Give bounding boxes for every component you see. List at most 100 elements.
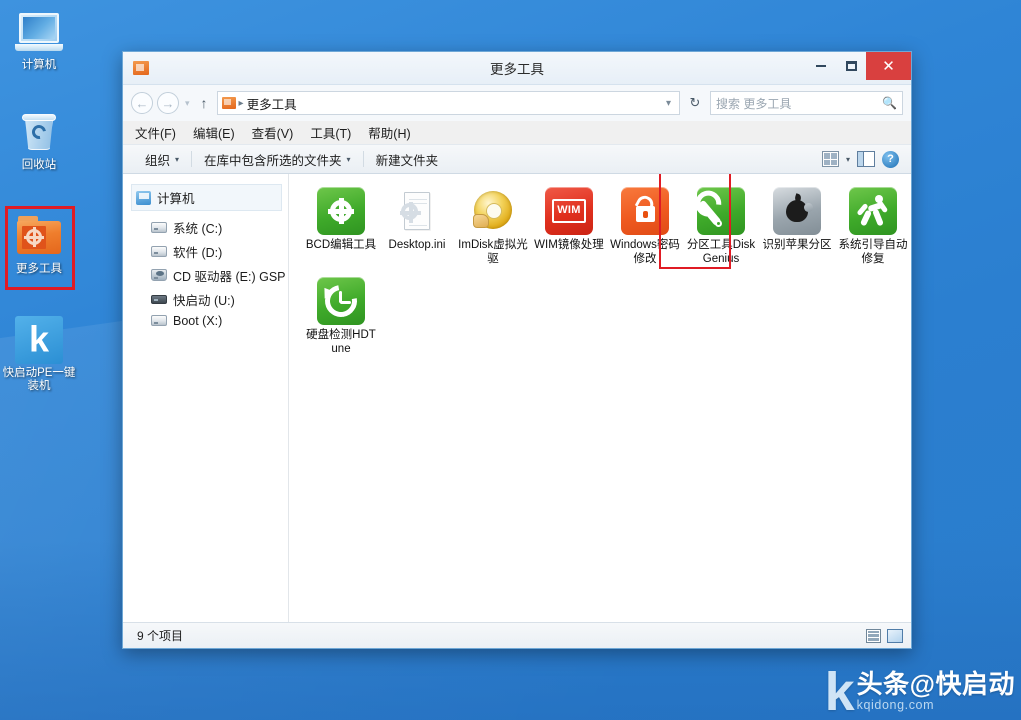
large-icons-view-icon[interactable] <box>887 629 903 643</box>
sidebar-item-label: CD 驱动器 (E:) GSP <box>173 266 286 285</box>
padlock-icon <box>621 187 669 235</box>
desktop-icon-label: 更多工具 <box>0 263 78 276</box>
file-list-pane[interactable]: BCD编辑工具 Desktop.ini ImDisk虚拟光驱 <box>289 174 911 622</box>
desktop-icon-computer[interactable]: 计算机 <box>0 8 78 72</box>
computer-icon <box>15 8 63 56</box>
computer-icon <box>136 191 151 205</box>
file-item-desktop-ini[interactable]: Desktop.ini <box>379 184 455 266</box>
menu-item-view[interactable]: 查看(V) <box>252 123 294 142</box>
new-folder-label: 新建文件夹 <box>376 150 439 169</box>
k-logo-icon: k <box>15 316 63 364</box>
organize-button[interactable]: 组织 ▾ <box>135 148 189 170</box>
sidebar-item-drive-e[interactable]: CD 驱动器 (E:) GSP <box>123 263 288 287</box>
up-button[interactable]: ↑ <box>196 95 213 111</box>
hard-drive-icon <box>151 222 167 233</box>
breadcrumb-separator: ▸ <box>239 98 244 109</box>
file-item-windows-password[interactable]: Windows密码修改 <box>607 184 683 266</box>
include-in-library-label: 在库中包含所选的文件夹 <box>204 150 342 169</box>
window-title: 更多工具 <box>123 58 911 78</box>
breadcrumb-path: 更多工具 <box>247 94 297 113</box>
chevron-down-icon[interactable]: ▾ <box>846 155 850 164</box>
window-titlebar[interactable]: 更多工具 ✕ <box>123 52 911 85</box>
file-name: 分区工具DiskGenius <box>683 239 759 266</box>
breadcrumb[interactable]: ▸ 更多工具 ▾ <box>217 91 680 115</box>
file-item-hdtune[interactable]: 硬盘检测HDTune <box>303 274 379 356</box>
sidebar-item-drive-u[interactable]: 快启动 (U:) <box>123 287 288 311</box>
k-letter: k <box>15 321 63 357</box>
search-input[interactable]: 搜索 更多工具 🔍 <box>710 91 903 115</box>
new-folder-button[interactable]: 新建文件夹 <box>366 148 449 170</box>
apple-icon <box>773 187 821 235</box>
file-name: BCD编辑工具 <box>303 239 379 253</box>
usb-drive-icon <box>151 295 167 304</box>
sidebar-item-drive-d[interactable]: 软件 (D:) <box>123 239 288 263</box>
clock-refresh-icon <box>317 277 365 325</box>
organize-label: 组织 <box>145 150 170 169</box>
desktop-icon-recycle-bin[interactable]: 回收站 <box>0 108 78 172</box>
refresh-icon[interactable]: ↻ <box>684 92 706 114</box>
include-in-library-button[interactable]: 在库中包含所选的文件夹 ▾ <box>194 148 361 170</box>
sidebar-item-label: 快启动 (U:) <box>173 290 235 309</box>
file-name: Desktop.ini <box>379 239 455 253</box>
maximize-button[interactable] <box>836 53 866 78</box>
folder-gear-icon <box>15 212 63 260</box>
minimize-button[interactable] <box>806 53 836 78</box>
status-bar: 9 个项目 <box>123 622 911 648</box>
details-view-icon[interactable] <box>866 629 881 643</box>
file-item-imdisk[interactable]: ImDisk虚拟光驱 <box>455 184 531 266</box>
file-name: 系统引导自动修复 <box>835 239 911 266</box>
chevron-down-icon[interactable]: ▾ <box>666 98 675 109</box>
toolbar-right-group: ▾ ? <box>822 151 903 168</box>
help-icon[interactable]: ? <box>882 151 899 168</box>
sidebar-item-drive-x[interactable]: Boot (X:) <box>123 311 288 330</box>
explorer-window: 更多工具 ✕ ← → ▾ ↑ ▸ 更多工具 ▾ ↻ 搜索 更多工具 🔍 <box>122 51 912 649</box>
search-placeholder: 搜索 更多工具 <box>716 95 791 112</box>
recycle-bin-icon <box>15 108 63 156</box>
menu-item-edit[interactable]: 编辑(E) <box>193 123 235 142</box>
menu-item-tools[interactable]: 工具(T) <box>310 123 351 142</box>
address-bar: ← → ▾ ↑ ▸ 更多工具 ▾ ↻ 搜索 更多工具 🔍 <box>123 85 911 121</box>
desktop-icon-label: 计算机 <box>0 59 78 72</box>
menu-item-file[interactable]: 文件(F) <box>135 123 176 142</box>
file-item-boot-repair[interactable]: 系统引导自动修复 <box>835 184 911 266</box>
view-options-icon[interactable] <box>822 151 839 167</box>
file-name: Windows密码修改 <box>607 239 683 266</box>
back-button[interactable]: ← <box>131 92 153 114</box>
sidebar-item-label: 软件 (D:) <box>173 242 222 261</box>
navigation-pane: 计算机 系统 (C:) 软件 (D:) CD 驱动器 (E:) GSP 快启动 … <box>123 174 289 622</box>
close-button[interactable]: ✕ <box>866 52 911 80</box>
menu-bar: 文件(F) 编辑(E) 查看(V) 工具(T) 帮助(H) <box>123 121 911 144</box>
file-name: 识别苹果分区 <box>759 239 835 253</box>
file-item-bcd-editor[interactable]: BCD编辑工具 <box>303 184 379 266</box>
file-item-diskgenius[interactable]: 分区工具DiskGenius <box>683 184 759 266</box>
file-grid: BCD编辑工具 Desktop.ini ImDisk虚拟光驱 <box>303 184 911 364</box>
window-controls: ✕ <box>806 52 911 85</box>
running-man-icon <box>849 187 897 235</box>
desktop-icon-more-tools[interactable]: 更多工具 <box>0 212 78 276</box>
item-count: 9 个项目 <box>137 627 183 644</box>
sidebar-item-label: 系统 (C:) <box>173 218 222 237</box>
sidebar-item-drive-c[interactable]: 系统 (C:) <box>123 215 288 239</box>
history-dropdown-icon[interactable]: ▾ <box>183 98 192 109</box>
hard-drive-icon <box>151 246 167 257</box>
preview-pane-icon[interactable] <box>857 151 875 167</box>
breadcrumb-folder-icon <box>222 97 236 109</box>
sidebar-item-computer[interactable]: 计算机 <box>131 184 282 211</box>
forward-button[interactable]: → <box>157 92 179 114</box>
wim-label: WIM <box>552 199 586 223</box>
cd-disc-icon <box>469 187 517 235</box>
desktop-icon-kqidong-pe[interactable]: k 快启动PE一键装机 <box>0 316 78 393</box>
watermark-url: kqidong.com <box>857 698 934 712</box>
toolbar-divider <box>191 151 192 167</box>
file-name: WIM镜像处理 <box>531 239 607 253</box>
wim-icon: WIM <box>545 187 593 235</box>
sidebar-item-label: 计算机 <box>157 188 195 207</box>
file-item-wim-tool[interactable]: WIM WIM镜像处理 <box>531 184 607 266</box>
file-item-apple-partition[interactable]: 识别苹果分区 <box>759 184 835 266</box>
command-toolbar: 组织 ▾ 在库中包含所选的文件夹 ▾ 新建文件夹 ▾ ? <box>123 144 911 174</box>
window-body: 计算机 系统 (C:) 软件 (D:) CD 驱动器 (E:) GSP 快启动 … <box>123 174 911 622</box>
status-view-buttons <box>866 629 903 643</box>
ini-file-icon <box>393 187 441 235</box>
desktop-icon-label: 快启动PE一键装机 <box>0 367 78 393</box>
menu-item-help[interactable]: 帮助(H) <box>368 123 410 142</box>
